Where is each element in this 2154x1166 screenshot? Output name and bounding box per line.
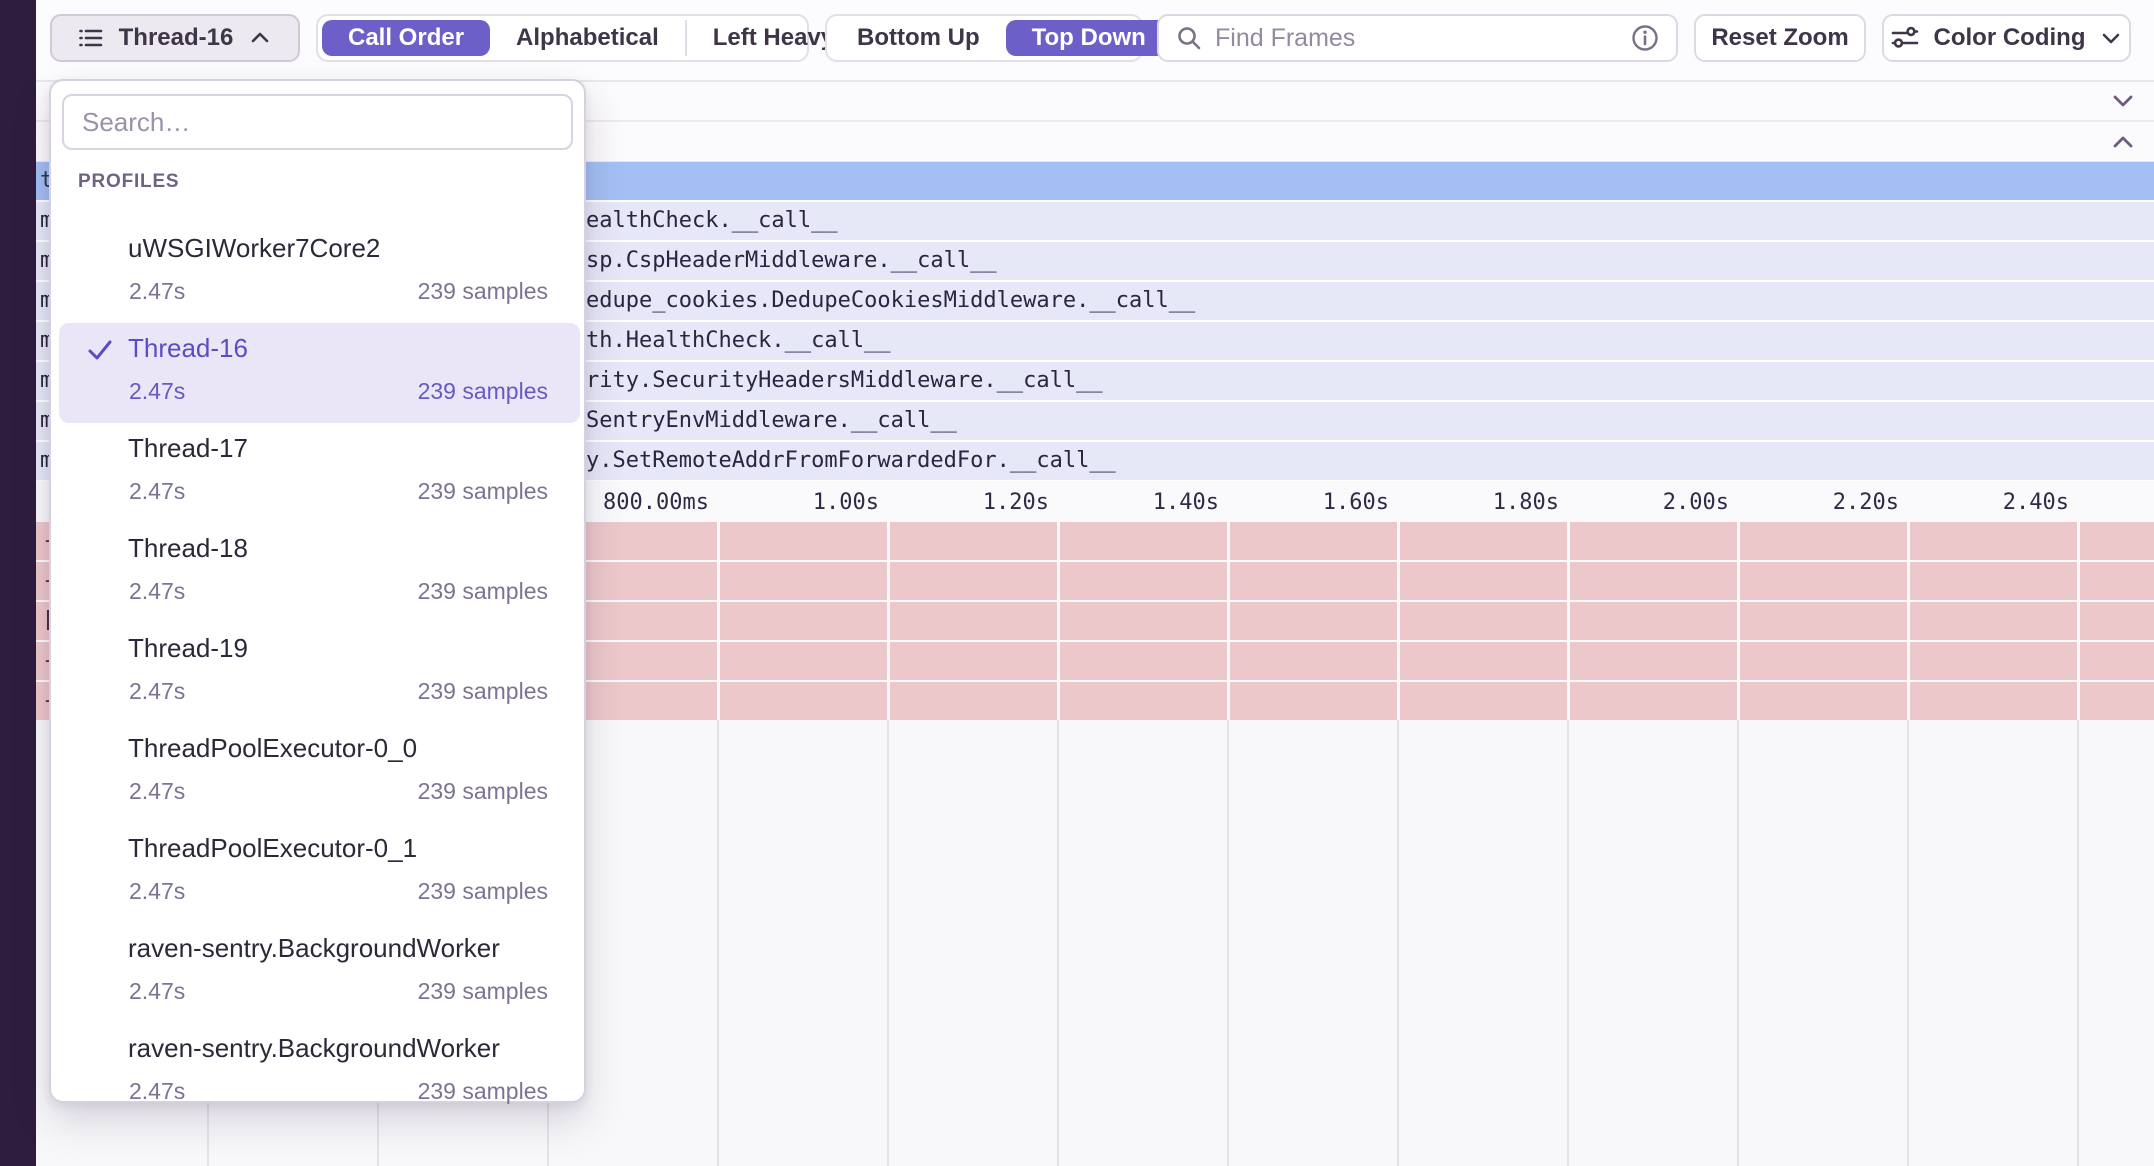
gridline-gap <box>717 522 720 720</box>
thread-selector-button[interactable]: Thread-16 <box>50 14 300 62</box>
profile-name: Thread-16 <box>128 333 248 364</box>
profile-sample-count: 239 samples <box>418 878 548 905</box>
gridline-gap <box>1397 522 1400 720</box>
frame-text: y.SetRemoteAddrFromForwardedFor.__call__ <box>586 442 1116 480</box>
profile-name: Thread-17 <box>128 433 248 464</box>
profile-dropdown-item[interactable]: ThreadPoolExecutor-0_0 2.47s 239 samples <box>59 723 580 823</box>
gridline <box>887 720 889 1166</box>
profile-name: Thread-18 <box>128 533 248 564</box>
gridline-gap <box>1737 522 1740 720</box>
frame-text: SentryEnvMiddleware.__call__ <box>586 402 957 440</box>
thread-selector-dropdown: Search… PROFILES uWSGIWorker7Core2 2.47s… <box>49 79 586 1103</box>
gridline-gap <box>1227 522 1230 720</box>
gridline-gap <box>1567 522 1570 720</box>
profile-duration: 2.47s <box>129 778 185 805</box>
gridline <box>717 720 719 1166</box>
profile-duration: 2.47s <box>129 478 185 505</box>
frame-text: rity.SecurityHeadersMiddleware.__call__ <box>586 362 1103 400</box>
chevron-down-icon[interactable] <box>2106 84 2140 118</box>
profile-sample-count: 239 samples <box>418 578 548 605</box>
thread-list-icon <box>77 24 105 52</box>
gridline-gap <box>1907 522 1910 720</box>
gridline <box>1227 720 1229 1166</box>
find-frames-placeholder: Find Frames <box>1215 24 1618 53</box>
gridline-gap <box>887 522 890 720</box>
profile-name: raven-sentry.BackgroundWorker <box>128 933 500 964</box>
sort-option-alphabetical[interactable]: Alphabetical <box>490 20 685 56</box>
profile-duration: 2.47s <box>129 878 185 905</box>
profile-dropdown-item[interactable]: raven-sentry.BackgroundWorker 2.47s 239 … <box>59 1023 580 1123</box>
reset-zoom-label: Reset Zoom <box>1711 24 1848 52</box>
profile-sample-count: 239 samples <box>418 278 548 305</box>
profile-dropdown-item[interactable]: Thread-16 2.47s 239 samples <box>59 323 580 423</box>
profile-duration: 2.47s <box>129 978 185 1005</box>
profile-dropdown-item[interactable]: Thread-18 2.47s 239 samples <box>59 523 580 623</box>
search-icon <box>1175 24 1203 52</box>
frame-text: sp.CspHeaderMiddleware.__call__ <box>586 242 997 280</box>
flamegraph-toolbar: Thread-16 Call OrderAlphabeticalLeft Hea… <box>36 0 2154 82</box>
frame-text: th.HealthCheck.__call__ <box>586 322 891 360</box>
axis-tick-label: 2.40s <box>1869 490 2069 515</box>
profiles-search-input[interactable]: Search… <box>62 94 573 150</box>
profile-sample-count: 239 samples <box>418 678 548 705</box>
chevron-up-icon <box>247 25 273 51</box>
profile-dropdown-item[interactable]: Thread-17 2.47s 239 samples <box>59 423 580 523</box>
app-sidebar-strip <box>0 0 36 1166</box>
thread-selector-label: Thread-16 <box>119 24 234 52</box>
info-icon[interactable] <box>1630 23 1660 53</box>
gridline <box>1397 720 1399 1166</box>
profile-name: raven-sentry.BackgroundWorker <box>128 1033 500 1064</box>
direction-option-bottom-up[interactable]: Bottom Up <box>831 20 1006 56</box>
profile-sample-count: 239 samples <box>418 778 548 805</box>
find-frames-input[interactable]: Find Frames <box>1157 14 1678 62</box>
gridline <box>1907 720 1909 1166</box>
profile-duration: 2.47s <box>129 1078 185 1105</box>
profile-sample-count: 239 samples <box>418 378 548 405</box>
profile-name: ThreadPoolExecutor-0_1 <box>128 833 417 864</box>
profile-name: uWSGIWorker7Core2 <box>128 233 380 264</box>
frame-text: ealthCheck.__call__ <box>586 202 838 240</box>
gridline <box>1057 720 1059 1166</box>
profiles-section-label: PROFILES <box>78 171 179 193</box>
direction-option-top-down[interactable]: Top Down <box>1006 20 1172 56</box>
profile-dropdown-item[interactable]: uWSGIWorker7Core2 2.47s 239 samples <box>59 223 580 323</box>
color-coding-label: Color Coding <box>1934 24 2086 52</box>
gridline <box>1737 720 1739 1166</box>
gridline-gap <box>1057 522 1060 720</box>
chevron-up-icon[interactable] <box>2106 125 2140 159</box>
profile-dropdown-item[interactable]: ThreadPoolExecutor-0_1 2.47s 239 samples <box>59 823 580 923</box>
profile-dropdown-item[interactable]: Thread-19 2.47s 239 samples <box>59 623 580 723</box>
sliders-icon <box>1889 22 1921 54</box>
profile-duration: 2.47s <box>129 578 185 605</box>
gridline-gap <box>2077 522 2080 720</box>
profile-name: Thread-19 <box>128 633 248 664</box>
profile-duration: 2.47s <box>129 278 185 305</box>
gridline <box>1567 720 1569 1166</box>
sort-option-call-order[interactable]: Call Order <box>322 20 490 56</box>
direction-segmented-control: Bottom UpTop Down <box>825 14 1143 62</box>
profile-sample-count: 239 samples <box>418 1078 548 1105</box>
reset-zoom-button[interactable]: Reset Zoom <box>1694 14 1866 62</box>
profile-duration: 2.47s <box>129 678 185 705</box>
profiles-search-placeholder: Search… <box>82 107 190 138</box>
profile-sample-count: 239 samples <box>418 478 548 505</box>
profile-dropdown-item[interactable]: raven-sentry.BackgroundWorker 2.47s 239 … <box>59 923 580 1023</box>
color-coding-button[interactable]: Color Coding <box>1882 14 2131 62</box>
sort-segmented-control: Call OrderAlphabeticalLeft Heavy <box>316 14 809 62</box>
frame-text: edupe_cookies.DedupeCookiesMiddleware.__… <box>586 282 1195 320</box>
profile-sample-count: 239 samples <box>418 978 548 1005</box>
checkmark-icon <box>85 335 115 370</box>
profile-name: ThreadPoolExecutor-0_0 <box>128 733 417 764</box>
gridline <box>2077 720 2079 1166</box>
profile-duration: 2.47s <box>129 378 185 405</box>
chevron-down-icon <box>2098 25 2124 51</box>
